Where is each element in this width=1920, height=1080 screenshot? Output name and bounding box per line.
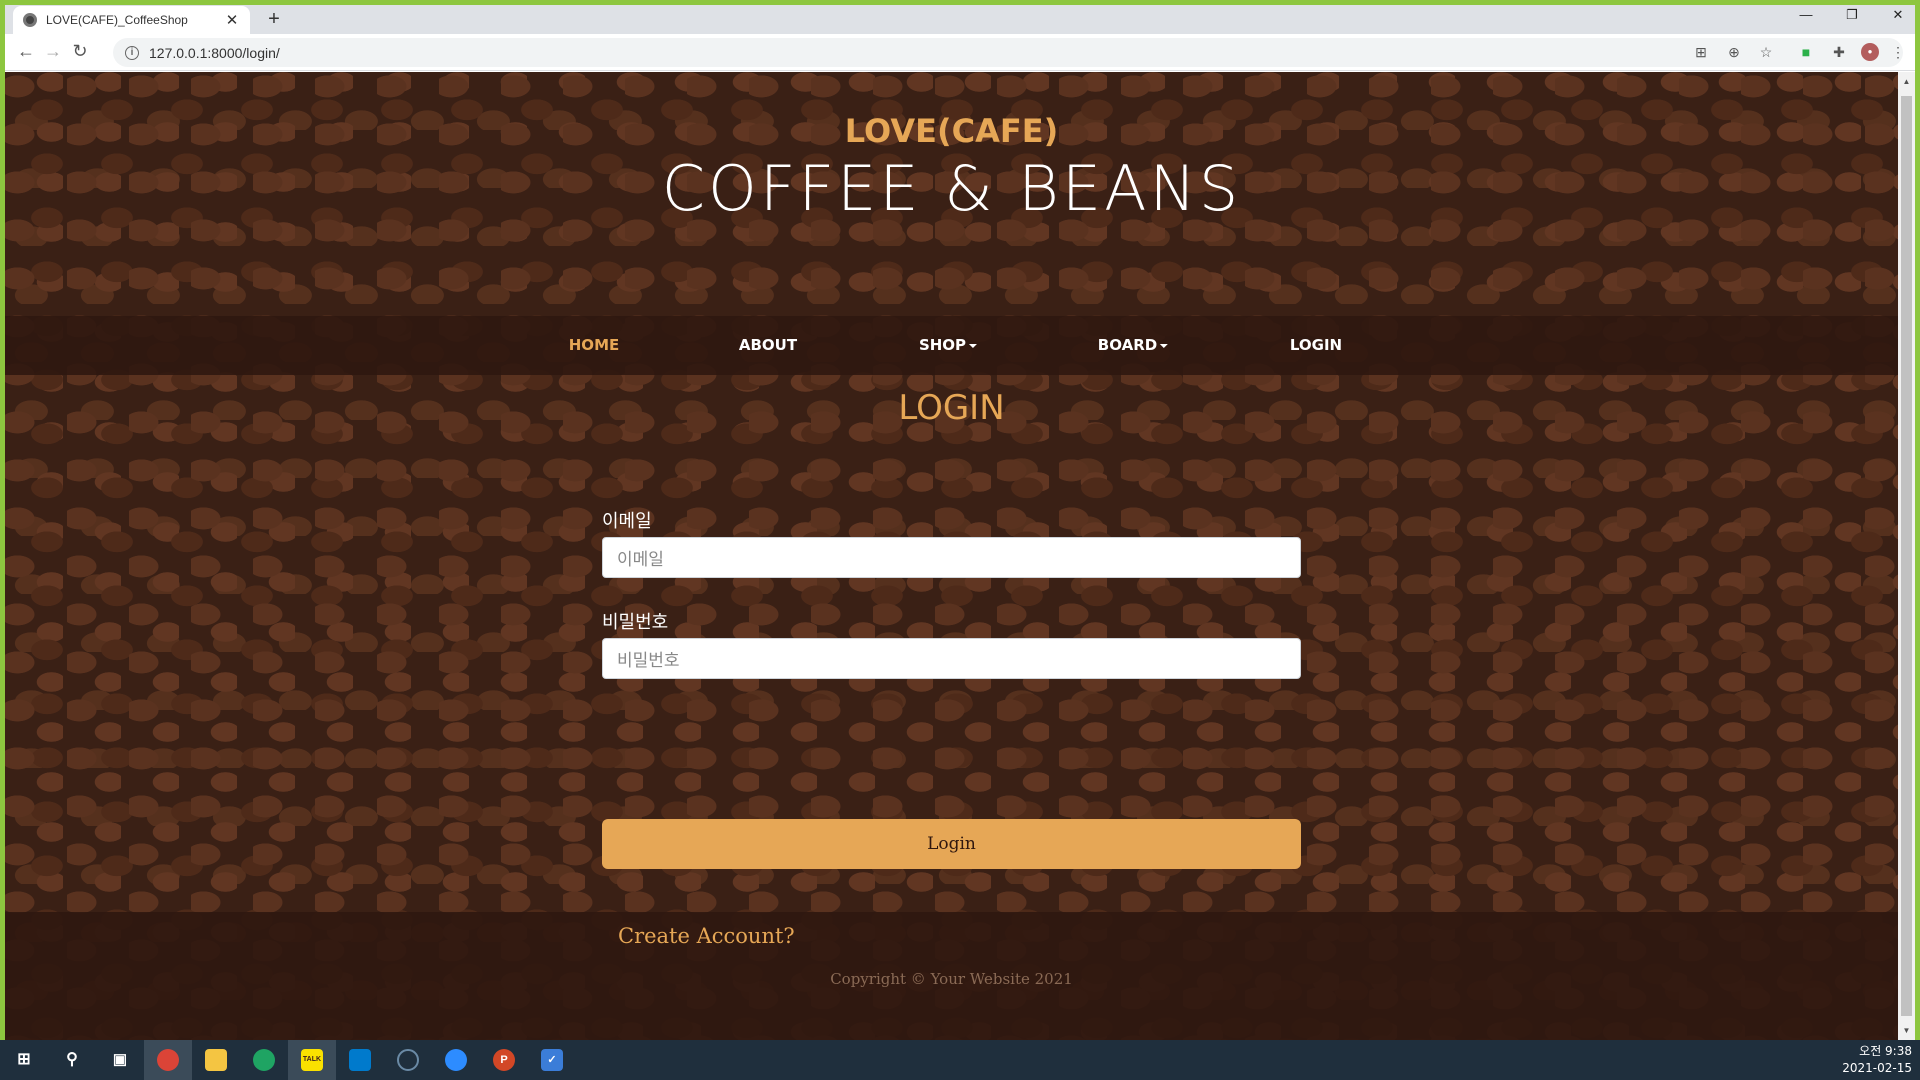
taskbar-app-circle[interactable] xyxy=(384,1040,432,1080)
page-scrollbar[interactable]: ▲ ▼ xyxy=(1898,72,1915,1040)
main-navbar: HOME ABOUT SHOP BOARD LOGIN xyxy=(5,316,1898,375)
menu-dots-icon[interactable]: ⋮ xyxy=(1889,43,1907,61)
task-view-icon: ▣ xyxy=(112,1051,128,1068)
clock-time: 오전 9:38 xyxy=(1859,1044,1912,1058)
nav-about[interactable]: ABOUT xyxy=(739,336,797,354)
nav-board[interactable]: BOARD xyxy=(1097,336,1169,354)
page-viewport: LOVE(CAFE) COFFEE & BEANS HOME ABOUT SHO… xyxy=(5,72,1898,1040)
browser-window: LOVE(CAFE)_CoffeeShop ✕ + — ❐ ✕ ← → ↻ i … xyxy=(5,5,1915,1040)
scrollbar-thumb[interactable] xyxy=(1901,96,1912,1016)
tab-title: LOVE(CAFE)_CoffeeShop xyxy=(46,13,188,27)
taskbar-clock[interactable]: 오전 9:38 2021-02-15 xyxy=(1842,1043,1912,1077)
folder-icon xyxy=(205,1049,227,1071)
copyright-text: Copyright © Your Website 2021 xyxy=(830,970,1073,988)
scroll-down-icon[interactable]: ▼ xyxy=(1898,1026,1915,1035)
site-heading-upper: LOVE(CAFE) xyxy=(844,112,1059,150)
translate-icon[interactable]: ⊞ xyxy=(1692,43,1710,61)
forward-arrow-icon[interactable]: → xyxy=(42,41,64,62)
taskbar-explorer[interactable] xyxy=(192,1040,240,1080)
favicon-icon xyxy=(23,13,37,27)
nav-login[interactable]: LOGIN xyxy=(1290,336,1342,354)
address-bar[interactable]: i 127.0.0.1:8000/login/ xyxy=(113,38,1903,67)
powerpoint-icon: P xyxy=(493,1049,515,1071)
zoom-video-icon xyxy=(445,1049,467,1071)
chrome-icon xyxy=(157,1049,179,1071)
login-button[interactable]: Login xyxy=(602,819,1301,869)
nav-shop[interactable]: SHOP xyxy=(918,336,978,354)
page-title: LOGIN xyxy=(898,388,1005,428)
checklist-icon: ✓ xyxy=(541,1049,563,1071)
extensions-puzzle-icon[interactable]: ✚ xyxy=(1830,43,1848,61)
start-button[interactable]: ⊞ xyxy=(0,1040,48,1080)
close-window-button[interactable]: ✕ xyxy=(1883,7,1913,23)
taskbar-app-green[interactable] xyxy=(240,1040,288,1080)
zoom-icon[interactable]: ⊕ xyxy=(1725,43,1743,61)
browser-toolbar: ← → ↻ i 127.0.0.1:8000/login/ ⊞ ⊕ ☆ ■ ✚ … xyxy=(5,34,1915,71)
kakaotalk-icon: TALK xyxy=(301,1049,323,1071)
windows-logo-icon: ⊞ xyxy=(17,1051,31,1068)
restore-button[interactable]: ❐ xyxy=(1837,7,1867,23)
site-heading: LOVE(CAFE) COFFEE & BEANS xyxy=(5,112,1898,225)
taskbar-chrome[interactable] xyxy=(144,1040,192,1080)
login-form: 이메일 이메일 비밀번호 비밀번호 xyxy=(602,507,1301,709)
search-button[interactable]: ⚲ xyxy=(48,1040,96,1080)
bookmark-star-icon[interactable]: ☆ xyxy=(1757,43,1775,61)
location-pin-icon xyxy=(253,1049,275,1071)
create-account-link[interactable]: Create Account? xyxy=(618,924,795,948)
scroll-up-icon[interactable]: ▲ xyxy=(1898,77,1915,86)
browser-tab[interactable]: LOVE(CAFE)_CoffeeShop ✕ xyxy=(13,6,250,34)
vscode-icon xyxy=(349,1049,371,1071)
nav-shop-label: SHOP xyxy=(918,336,967,354)
password-label: 비밀번호 xyxy=(602,612,669,633)
search-icon: ⚲ xyxy=(66,1051,78,1068)
taskbar: ⊞ ⚲ ▣ TALK P ✓ 오전 9:38 2021-02-15 xyxy=(0,1040,1920,1080)
taskbar-powerpoint[interactable]: P xyxy=(480,1040,528,1080)
email-field[interactable]: 이메일 xyxy=(602,537,1301,578)
address-url[interactable]: 127.0.0.1:8000/login/ xyxy=(149,45,280,61)
circle-app-icon xyxy=(397,1049,419,1071)
site-heading-lower: COFFEE & BEANS xyxy=(661,152,1242,225)
nav-board-label: BOARD xyxy=(1097,336,1158,354)
taskbar-kakaotalk[interactable]: TALK xyxy=(288,1040,336,1080)
task-view-button[interactable]: ▣ xyxy=(96,1040,144,1080)
taskbar-vscode[interactable] xyxy=(336,1040,384,1080)
minimize-button[interactable]: — xyxy=(1791,7,1821,22)
nav-home[interactable]: HOME xyxy=(569,336,619,354)
taskbar-zoom[interactable] xyxy=(432,1040,480,1080)
password-field[interactable]: 비밀번호 xyxy=(602,638,1301,679)
email-label: 이메일 xyxy=(602,511,652,532)
tab-strip: LOVE(CAFE)_CoffeeShop ✕ + — ❐ ✕ xyxy=(5,5,1915,34)
taskbar-app-blue[interactable]: ✓ xyxy=(528,1040,576,1080)
clock-date: 2021-02-15 xyxy=(1842,1061,1912,1075)
back-arrow-icon[interactable]: ← xyxy=(15,41,37,62)
profile-avatar-icon[interactable]: ● xyxy=(1861,43,1879,61)
reload-icon[interactable]: ↻ xyxy=(69,41,91,62)
site-info-icon[interactable]: i xyxy=(125,45,139,60)
extension-green-icon[interactable]: ■ xyxy=(1797,43,1815,61)
tab-close-icon[interactable]: ✕ xyxy=(224,11,240,29)
chevron-down-icon xyxy=(969,343,978,348)
new-tab-button[interactable]: + xyxy=(262,8,286,31)
chevron-down-icon xyxy=(1160,343,1169,348)
